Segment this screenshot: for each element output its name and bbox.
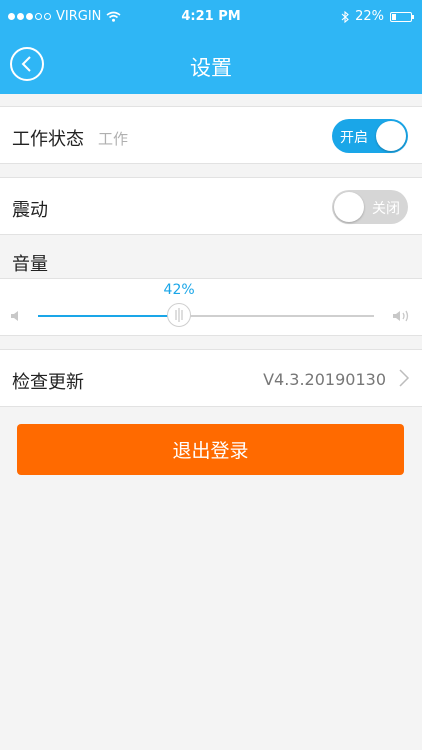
toggle-knob bbox=[334, 192, 364, 222]
work-status-toggle[interactable]: 开启 bbox=[332, 119, 408, 153]
status-right: 22% bbox=[341, 9, 414, 24]
toggle-label: 开启 bbox=[340, 130, 368, 146]
vibration-row: 震动 关闭 bbox=[0, 177, 422, 235]
work-status-label: 工作状态 bbox=[12, 129, 84, 150]
volume-high-icon bbox=[393, 310, 409, 322]
battery-icon bbox=[390, 11, 414, 22]
volume-slider[interactable] bbox=[38, 303, 374, 327]
status-bar: VIRGIN 4:21 PM 22% bbox=[0, 0, 422, 34]
header: VIRGIN 4:21 PM 22% 设置 bbox=[0, 0, 422, 94]
toggle-knob bbox=[376, 121, 406, 151]
vibration-label: 震动 bbox=[12, 200, 48, 221]
battery-fill bbox=[392, 13, 396, 20]
grip-icon bbox=[175, 308, 183, 322]
toggle-label: 关闭 bbox=[372, 201, 400, 217]
volume-percent: 42% bbox=[163, 282, 195, 298]
chevron-right-icon bbox=[399, 369, 410, 387]
volume-slider-fill bbox=[38, 315, 180, 317]
check-update-label: 检查更新 bbox=[12, 372, 84, 393]
volume-low-icon bbox=[11, 311, 18, 321]
work-status-row: 工作状态 工作 开启 bbox=[0, 106, 422, 164]
work-status-value: 工作 bbox=[98, 130, 129, 148]
battery-percent: 22% bbox=[355, 9, 384, 24]
bluetooth-icon bbox=[341, 10, 349, 23]
vibration-toggle[interactable]: 关闭 bbox=[332, 190, 408, 224]
volume-label: 音量 bbox=[12, 254, 48, 275]
logout-button[interactable]: 退出登录 bbox=[17, 424, 404, 475]
page-title: 设置 bbox=[190, 56, 232, 80]
volume-slider-thumb[interactable] bbox=[167, 303, 192, 327]
volume-row bbox=[0, 278, 422, 336]
version-number: V4.3.20190130 bbox=[263, 370, 386, 389]
